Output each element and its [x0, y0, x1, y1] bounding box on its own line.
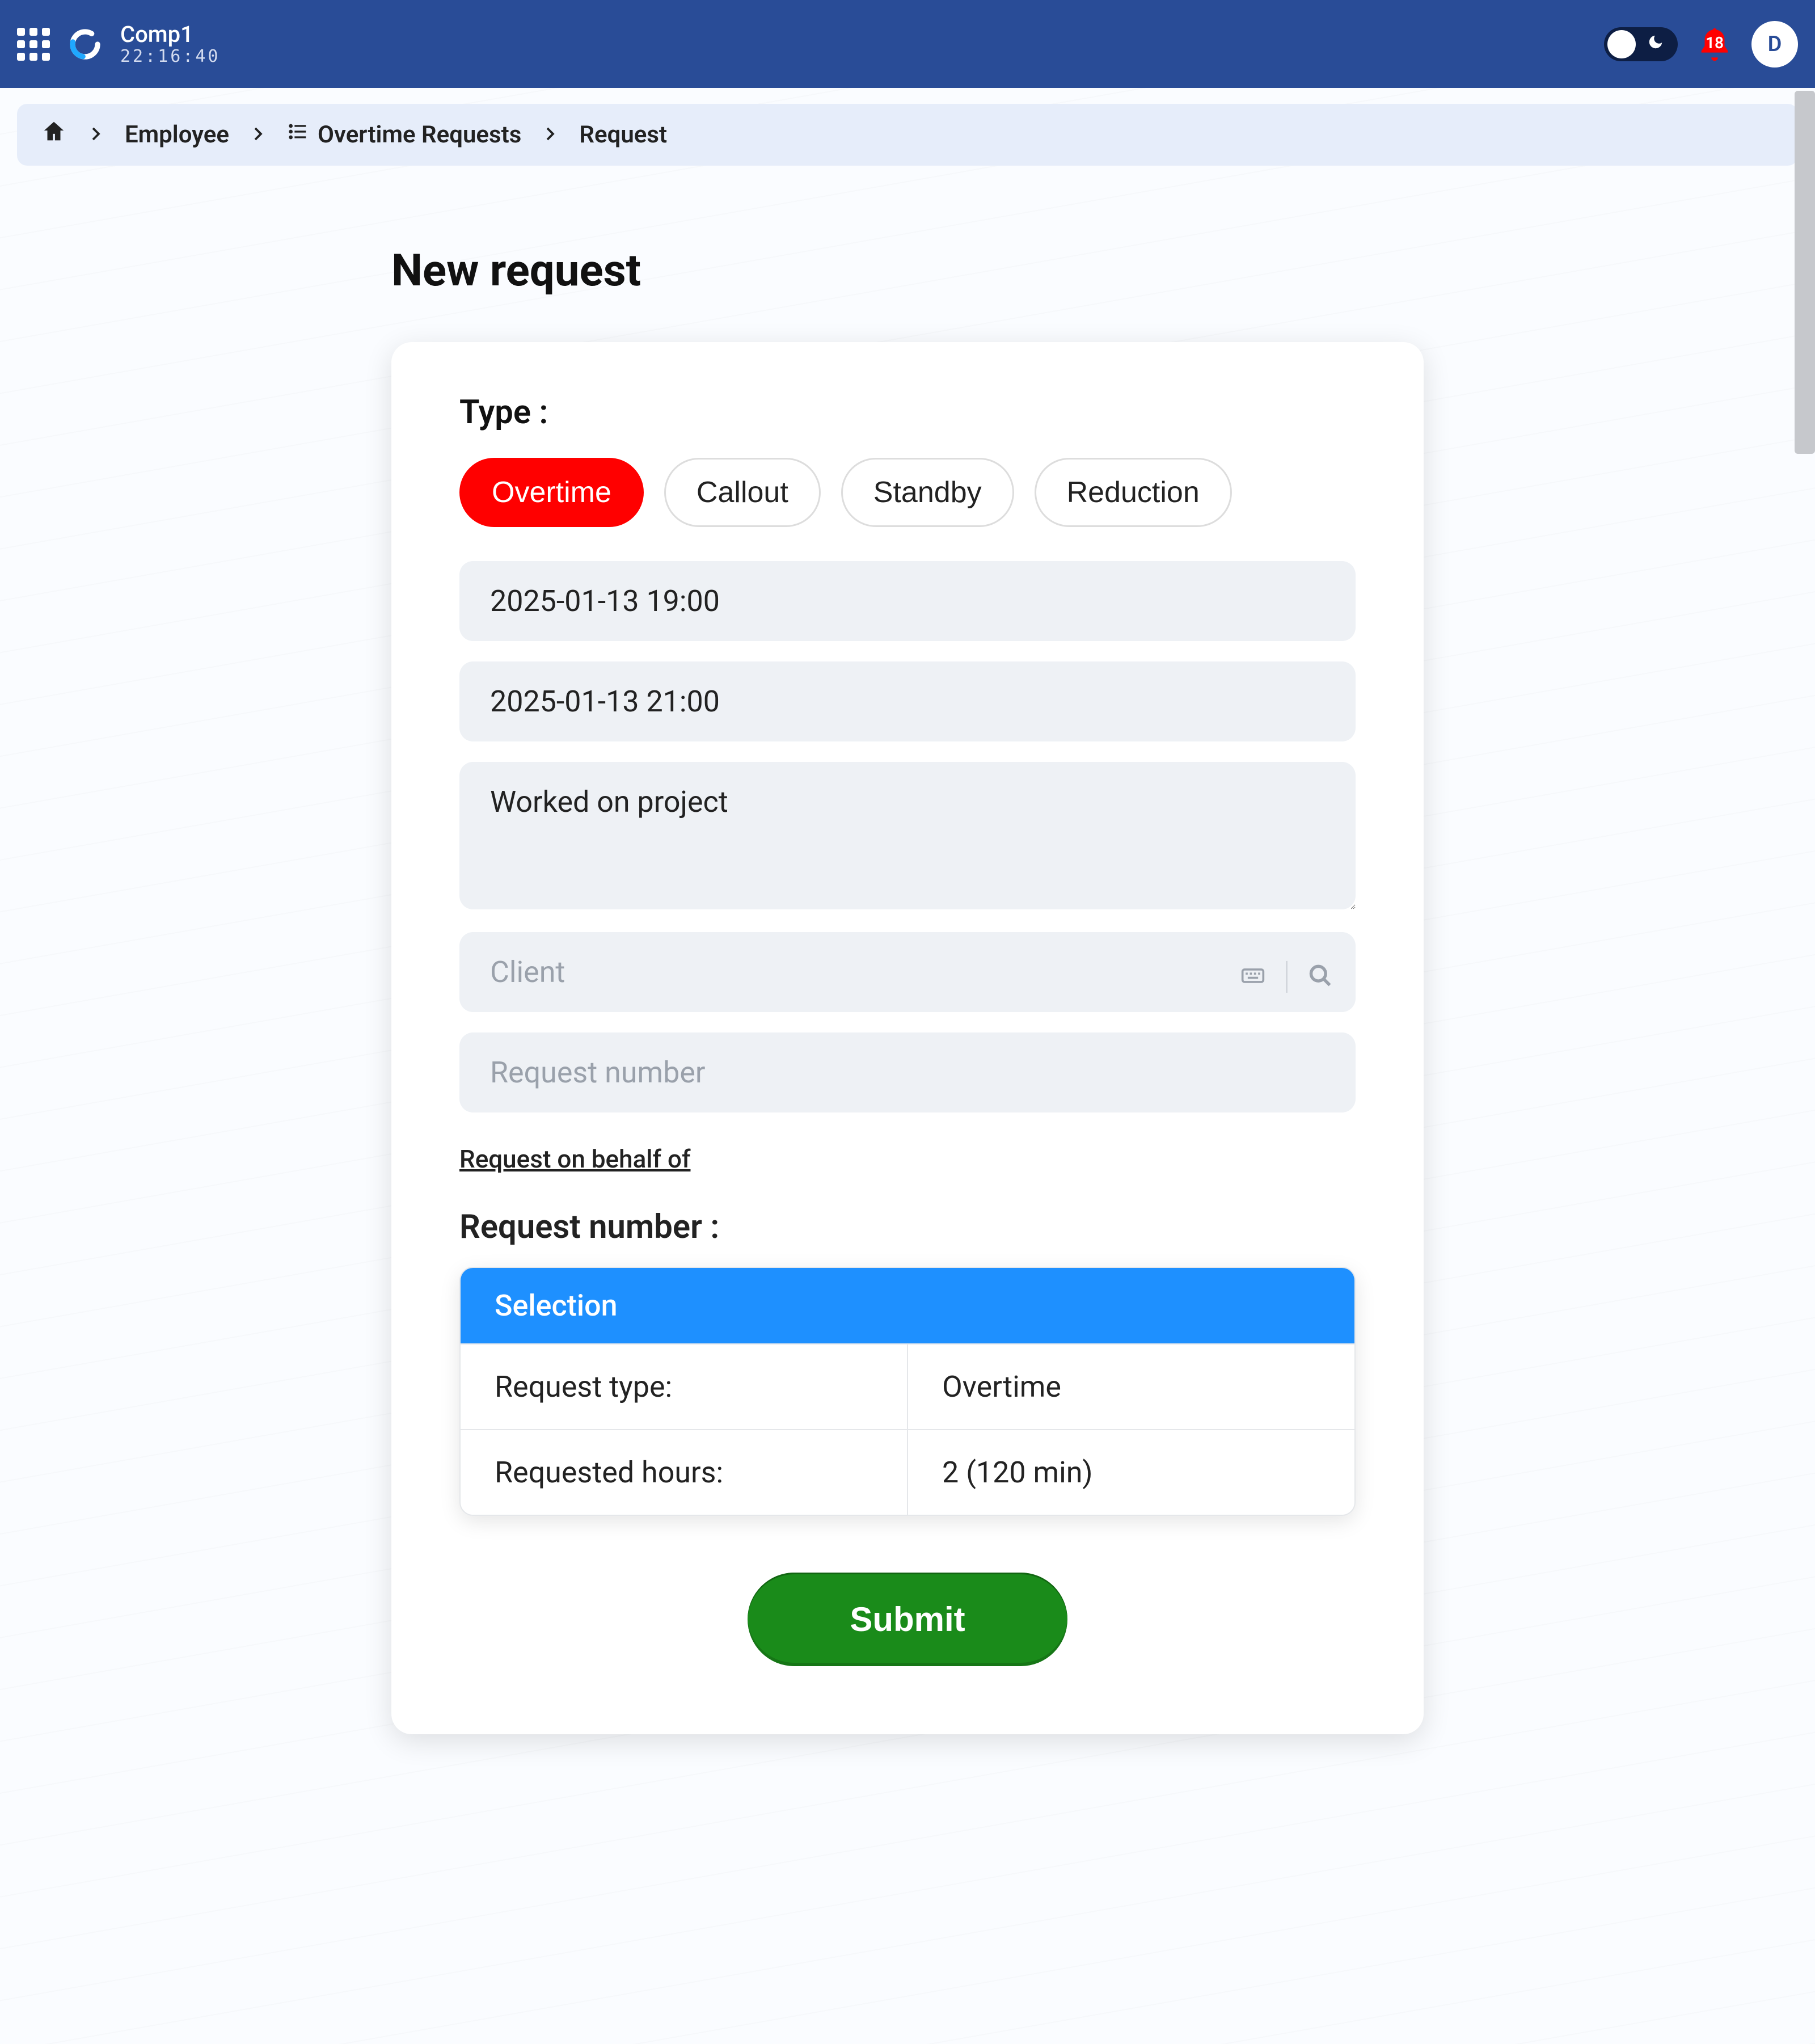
avatar[interactable]: D	[1751, 21, 1798, 68]
company-block: Comp1 22:16:40	[120, 22, 221, 66]
breadcrumb-container: Employee Overtime Requests Request	[0, 88, 1815, 166]
company-time: 22:16:40	[120, 47, 221, 66]
type-pill-callout[interactable]: Callout	[664, 458, 821, 527]
breadcrumb-item-label: Overtime Requests	[318, 121, 521, 149]
theme-toggle-knob	[1607, 30, 1636, 58]
summary-key: Request type:	[461, 1345, 908, 1429]
list-icon	[287, 120, 310, 149]
type-pill-standby[interactable]: Standby	[841, 458, 1014, 527]
start-datetime-input[interactable]	[459, 561, 1356, 641]
navbar: Comp1 22:16:40 18 D	[0, 0, 1815, 88]
summary-header: Selection	[461, 1268, 1354, 1343]
type-pill-row: Overtime Callout Standby Reduction	[459, 458, 1356, 527]
type-pill-reduction[interactable]: Reduction	[1035, 458, 1232, 527]
breadcrumb-item-overtime-requests[interactable]: Overtime Requests	[287, 120, 521, 149]
description-input[interactable]	[459, 762, 1356, 909]
summary-label: Request number :	[459, 1208, 1356, 1246]
breadcrumb-item-employee[interactable]: Employee	[125, 121, 229, 149]
nav-right: 18 D	[1604, 21, 1798, 68]
summary-key: Requested hours:	[461, 1430, 908, 1515]
notifications-count: 18	[1706, 33, 1724, 52]
notifications-button[interactable]: 18	[1695, 24, 1734, 64]
end-datetime-input[interactable]	[459, 661, 1356, 741]
page-title: New request	[391, 245, 1424, 297]
client-input-icons	[1240, 960, 1333, 992]
request-card: Type : Overtime Callout Standby Reductio…	[391, 342, 1424, 1734]
type-label: Type :	[459, 393, 1356, 432]
moon-icon	[1647, 33, 1664, 54]
page: New request Type : Overtime Callout Stan…	[391, 166, 1424, 1825]
type-pill-overtime[interactable]: Overtime	[459, 458, 644, 527]
search-icon[interactable]	[1308, 963, 1333, 990]
app-logo-icon[interactable]	[67, 26, 103, 62]
summary-row: Request type: Overtime	[461, 1343, 1354, 1429]
home-icon[interactable]	[41, 119, 67, 151]
keyboard-icon[interactable]	[1240, 963, 1265, 990]
nav-left: Comp1 22:16:40	[17, 22, 221, 66]
request-on-behalf-link[interactable]: Request on behalf of	[459, 1144, 690, 1174]
scrollbar-thumb[interactable]	[1795, 91, 1815, 454]
chevron-right-icon	[250, 121, 267, 149]
chevron-right-icon	[542, 121, 559, 149]
chevron-right-icon	[87, 121, 104, 149]
summary-value: Overtime	[908, 1345, 1354, 1429]
request-number-input[interactable]	[459, 1032, 1356, 1112]
apps-menu-icon[interactable]	[17, 28, 50, 61]
company-name: Comp1	[120, 22, 221, 47]
theme-toggle[interactable]	[1604, 27, 1678, 61]
input-icon-divider	[1286, 960, 1288, 992]
summary-row: Requested hours: 2 (120 min)	[461, 1429, 1354, 1515]
client-input[interactable]	[459, 932, 1356, 1012]
summary-table: Selection Request type: Overtime Request…	[459, 1267, 1356, 1516]
breadcrumb-item-request: Request	[579, 121, 667, 149]
breadcrumb: Employee Overtime Requests Request	[17, 104, 1798, 166]
submit-button[interactable]: Submit	[748, 1573, 1067, 1666]
vertical-scrollbar[interactable]	[1795, 91, 1815, 2044]
summary-value: 2 (120 min)	[908, 1430, 1354, 1515]
